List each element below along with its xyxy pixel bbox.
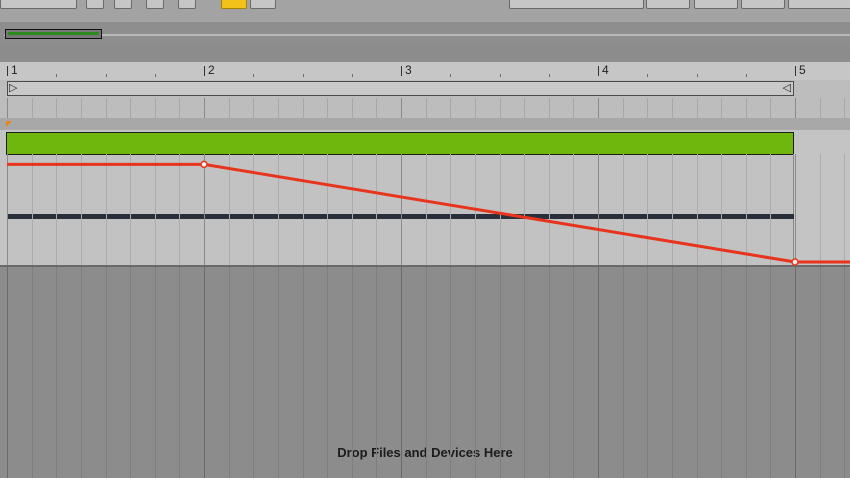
automation-breakpoint[interactable] (791, 258, 799, 266)
automation-envelope[interactable] (0, 0, 850, 478)
automation-breakpoint[interactable] (200, 160, 208, 169)
automation-line[interactable] (7, 162, 850, 264)
